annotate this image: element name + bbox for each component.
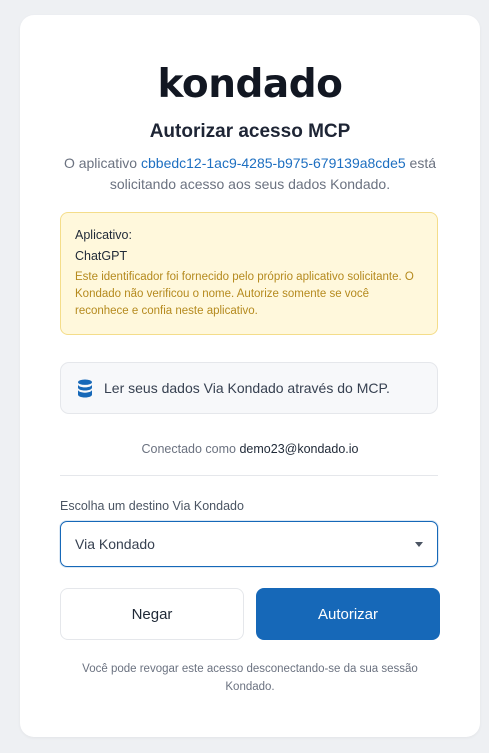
page-title: Autorizar acesso MCP bbox=[149, 121, 351, 142]
database-icon bbox=[78, 379, 92, 397]
connected-prefix: Conectado como bbox=[141, 442, 240, 456]
request-description: O aplicativo cbbedc12-1ac9-4285-b975-679… bbox=[50, 153, 450, 195]
authorization-card: kondado Autorizar acesso MCP O aplicativ… bbox=[20, 15, 480, 737]
kondado-logo: kondado bbox=[157, 62, 343, 107]
deny-button[interactable]: Negar bbox=[60, 588, 244, 640]
connected-email: demo23@kondado.io bbox=[239, 442, 359, 456]
destination-selected-value: Via Kondado bbox=[75, 536, 155, 552]
app-warning-note: Este identificador foi fornecido pelo pr… bbox=[75, 271, 414, 317]
scope-text: Ler seus dados Via Kondado através do MC… bbox=[104, 380, 390, 396]
revoke-note: Você pode revogar este acesso desconecta… bbox=[82, 663, 418, 693]
authorize-button[interactable]: Autorizar bbox=[256, 588, 440, 640]
destination-label: Escolha um destino Via Kondado bbox=[60, 499, 244, 513]
connected-as: Conectado como demo23@kondado.io bbox=[20, 442, 480, 456]
app-id: cbbedc12-1ac9-4285-b975-679139a8cde5 bbox=[141, 155, 406, 171]
app-warning-box: Aplicativo: ChatGPT Este identificador f… bbox=[60, 212, 438, 335]
chevron-down-icon bbox=[415, 541, 423, 547]
divider bbox=[60, 475, 438, 476]
scope-item: Ler seus dados Via Kondado através do MC… bbox=[60, 362, 438, 414]
app-name: ChatGPT bbox=[75, 249, 128, 263]
destination-select[interactable]: Via Kondado bbox=[60, 521, 438, 567]
subtitle-prefix: O aplicativo bbox=[63, 155, 141, 171]
app-label: Aplicativo: bbox=[75, 228, 132, 242]
